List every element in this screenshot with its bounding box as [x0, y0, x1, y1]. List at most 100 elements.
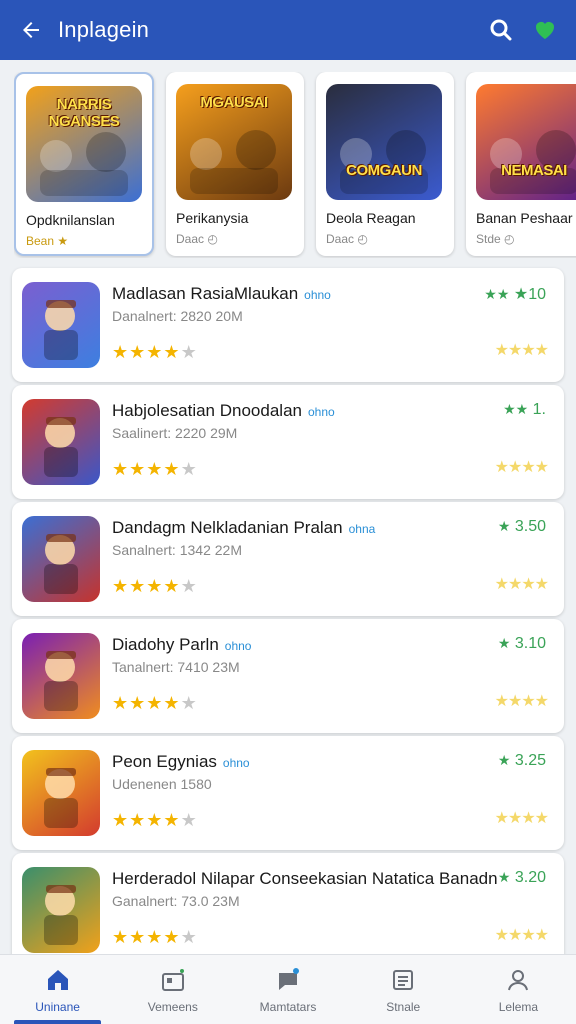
- price-prefix: ★: [497, 752, 511, 768]
- featured-card[interactable]: MGAUSAI Perikanysia Daac ◴: [166, 72, 304, 256]
- search-icon[interactable]: [484, 13, 518, 47]
- game-art-title: NEMASAI: [501, 162, 567, 179]
- list-item[interactable]: Habjolesatian Dnoodalan ohno Saalinert: 22…: [12, 385, 564, 499]
- app-name: Herderadol Nilapar Conseekasian Natatica…: [112, 869, 498, 889]
- app-price: ★★ ★10: [484, 284, 546, 304]
- app-price: ★ 3.50: [498, 518, 546, 536]
- list-icon: [389, 966, 417, 994]
- nav-label: Vemeens: [147, 999, 198, 1014]
- app-name: Peon Egynias ohno: [112, 752, 250, 772]
- mini-rating-icon: ★★★★: [494, 927, 549, 944]
- nav-label: Uninane: [35, 999, 80, 1014]
- star-icon: ★: [180, 693, 198, 713]
- star-icon: ★: [163, 459, 181, 479]
- list-item[interactable]: Diadohy Parln ohno Tanalnert: 7410 23M ★★★★…: [12, 619, 564, 733]
- featured-card[interactable]: COMGAUN Deola Reagan Daac ◴: [316, 72, 454, 256]
- star-icon: ★: [146, 576, 164, 596]
- app-bar: Inplagein: [0, 0, 576, 60]
- mini-rating-icon: ★★★★: [494, 576, 549, 593]
- profile-icon: [504, 966, 532, 994]
- price-value: 1.: [532, 401, 546, 418]
- app-tag: ohno: [307, 405, 335, 419]
- store-icon: [159, 966, 187, 994]
- price-value: 3.20: [514, 869, 546, 886]
- list-item[interactable]: Herderadol Nilapar Conseekasian Natatica…: [12, 853, 564, 967]
- app-tag: ohno: [224, 639, 252, 653]
- game-art-image: MGAUSAI: [176, 84, 292, 200]
- featured-subtitle: Daac ◴: [176, 232, 218, 246]
- app-icon: [22, 399, 100, 485]
- app-name-text: Habjolesatian Dnoodalan: [112, 401, 302, 420]
- star-icon: ★: [112, 693, 130, 713]
- app-icon: [22, 516, 100, 602]
- app-name-text: Madlasan RasiaMlaukan: [112, 284, 299, 303]
- bottom-navigation: Uninane Vemeens Mamtatars Stnale Lelema: [0, 954, 576, 1024]
- star-icon: ★: [163, 693, 181, 713]
- rating-stars: ★★★★★: [112, 927, 198, 948]
- rating-stars: ★★★★★: [112, 693, 198, 714]
- rating-stars: ★★★★★: [112, 459, 198, 480]
- rating-stars: ★★★★★: [112, 576, 198, 597]
- featured-name: Opdknilanslan: [26, 212, 115, 228]
- heart-icon[interactable]: [528, 13, 562, 47]
- star-icon: ★: [163, 810, 181, 830]
- featured-subtitle: Bean ★: [26, 234, 69, 248]
- app-icon: [22, 282, 100, 368]
- star-icon: ★: [112, 576, 130, 596]
- star-icon: ★: [180, 459, 198, 479]
- mini-rating-icon: ★★★★: [494, 693, 549, 710]
- star-icon: ★: [112, 342, 130, 362]
- featured-name: Banan Peshaar: [476, 210, 573, 226]
- back-arrow-icon[interactable]: [14, 13, 48, 47]
- app-name: Madlasan RasiaMlaukan ohno: [112, 284, 331, 304]
- app-list: Madlasan RasiaMlaukan ohno Danalnert: 2820…: [12, 268, 564, 970]
- featured-name: Deola Reagan: [326, 210, 416, 226]
- list-item[interactable]: Dandagm Nelkladanian Pralan ohna Sanalnert…: [12, 502, 564, 616]
- game-art-image: NARRIS NGANSES: [26, 86, 142, 202]
- app-price: ★★ 1.: [503, 401, 546, 419]
- star-icon: ★: [163, 927, 181, 947]
- star-icon: ★: [129, 576, 147, 596]
- mini-rating-icon: ★★★★: [494, 810, 549, 827]
- price-prefix: ★: [497, 635, 511, 651]
- game-art-image: COMGAUN: [326, 84, 442, 200]
- nav-label: Lelema: [498, 999, 539, 1014]
- nav-item[interactable]: Lelema: [461, 955, 576, 1024]
- app-price: ★ 3.20: [498, 869, 546, 887]
- star-icon: ★: [146, 927, 164, 947]
- app-tag: ohna: [348, 522, 376, 536]
- star-icon: ★: [180, 810, 198, 830]
- star-icon: ★: [163, 342, 181, 362]
- star-icon: ★: [129, 810, 147, 830]
- star-icon: ★: [112, 459, 130, 479]
- app-meta: Tanalnert: 7410 23M: [112, 659, 240, 675]
- featured-name: Perikanysia: [176, 210, 249, 226]
- game-art-title: COMGAUN: [346, 162, 422, 179]
- featured-carousel[interactable]: NARRIS NGANSES Opdknilanslan Bean ★ MGAUSA…: [14, 72, 576, 258]
- nav-item[interactable]: Stnale: [346, 955, 461, 1024]
- nav-label: Mamtatars: [259, 999, 317, 1014]
- app-meta: Danalnert: 2820 20M: [112, 308, 243, 324]
- app-name: Habjolesatian Dnoodalan ohno: [112, 401, 335, 421]
- featured-card[interactable]: NEMASAI Banan Peshaar Stde ◴: [466, 72, 576, 256]
- star-icon: ★: [180, 342, 198, 362]
- price-value: 3.25: [514, 752, 546, 769]
- nav-item[interactable]: Vemeens: [115, 955, 230, 1024]
- featured-subtitle: Stde ◴: [476, 232, 515, 246]
- chat-icon: [274, 966, 302, 994]
- star-icon: ★: [129, 459, 147, 479]
- app-meta: Ganalnert: 73.0 23M: [112, 893, 240, 909]
- star-icon: ★: [129, 693, 147, 713]
- app-name-text: Diadohy Parln: [112, 635, 219, 654]
- nav-item[interactable]: Uninane: [0, 955, 115, 1024]
- featured-card[interactable]: NARRIS NGANSES Opdknilanslan Bean ★: [14, 72, 154, 256]
- list-item[interactable]: Peon Egynias ohno Udenenen 1580 ★★★★★ ★ 3.25…: [12, 736, 564, 850]
- app-meta: Sanalnert: 1342 22M: [112, 542, 242, 558]
- nav-item[interactable]: Mamtatars: [230, 955, 345, 1024]
- app-name-text: Herderadol Nilapar Conseekasian Natatica…: [112, 869, 498, 888]
- game-art-image: NEMASAI: [476, 84, 576, 200]
- app-icon: [22, 633, 100, 719]
- nav-label: Stnale: [386, 999, 421, 1014]
- rating-stars: ★★★★★: [112, 810, 198, 831]
- list-item[interactable]: Madlasan RasiaMlaukan ohno Danalnert: 2820…: [12, 268, 564, 382]
